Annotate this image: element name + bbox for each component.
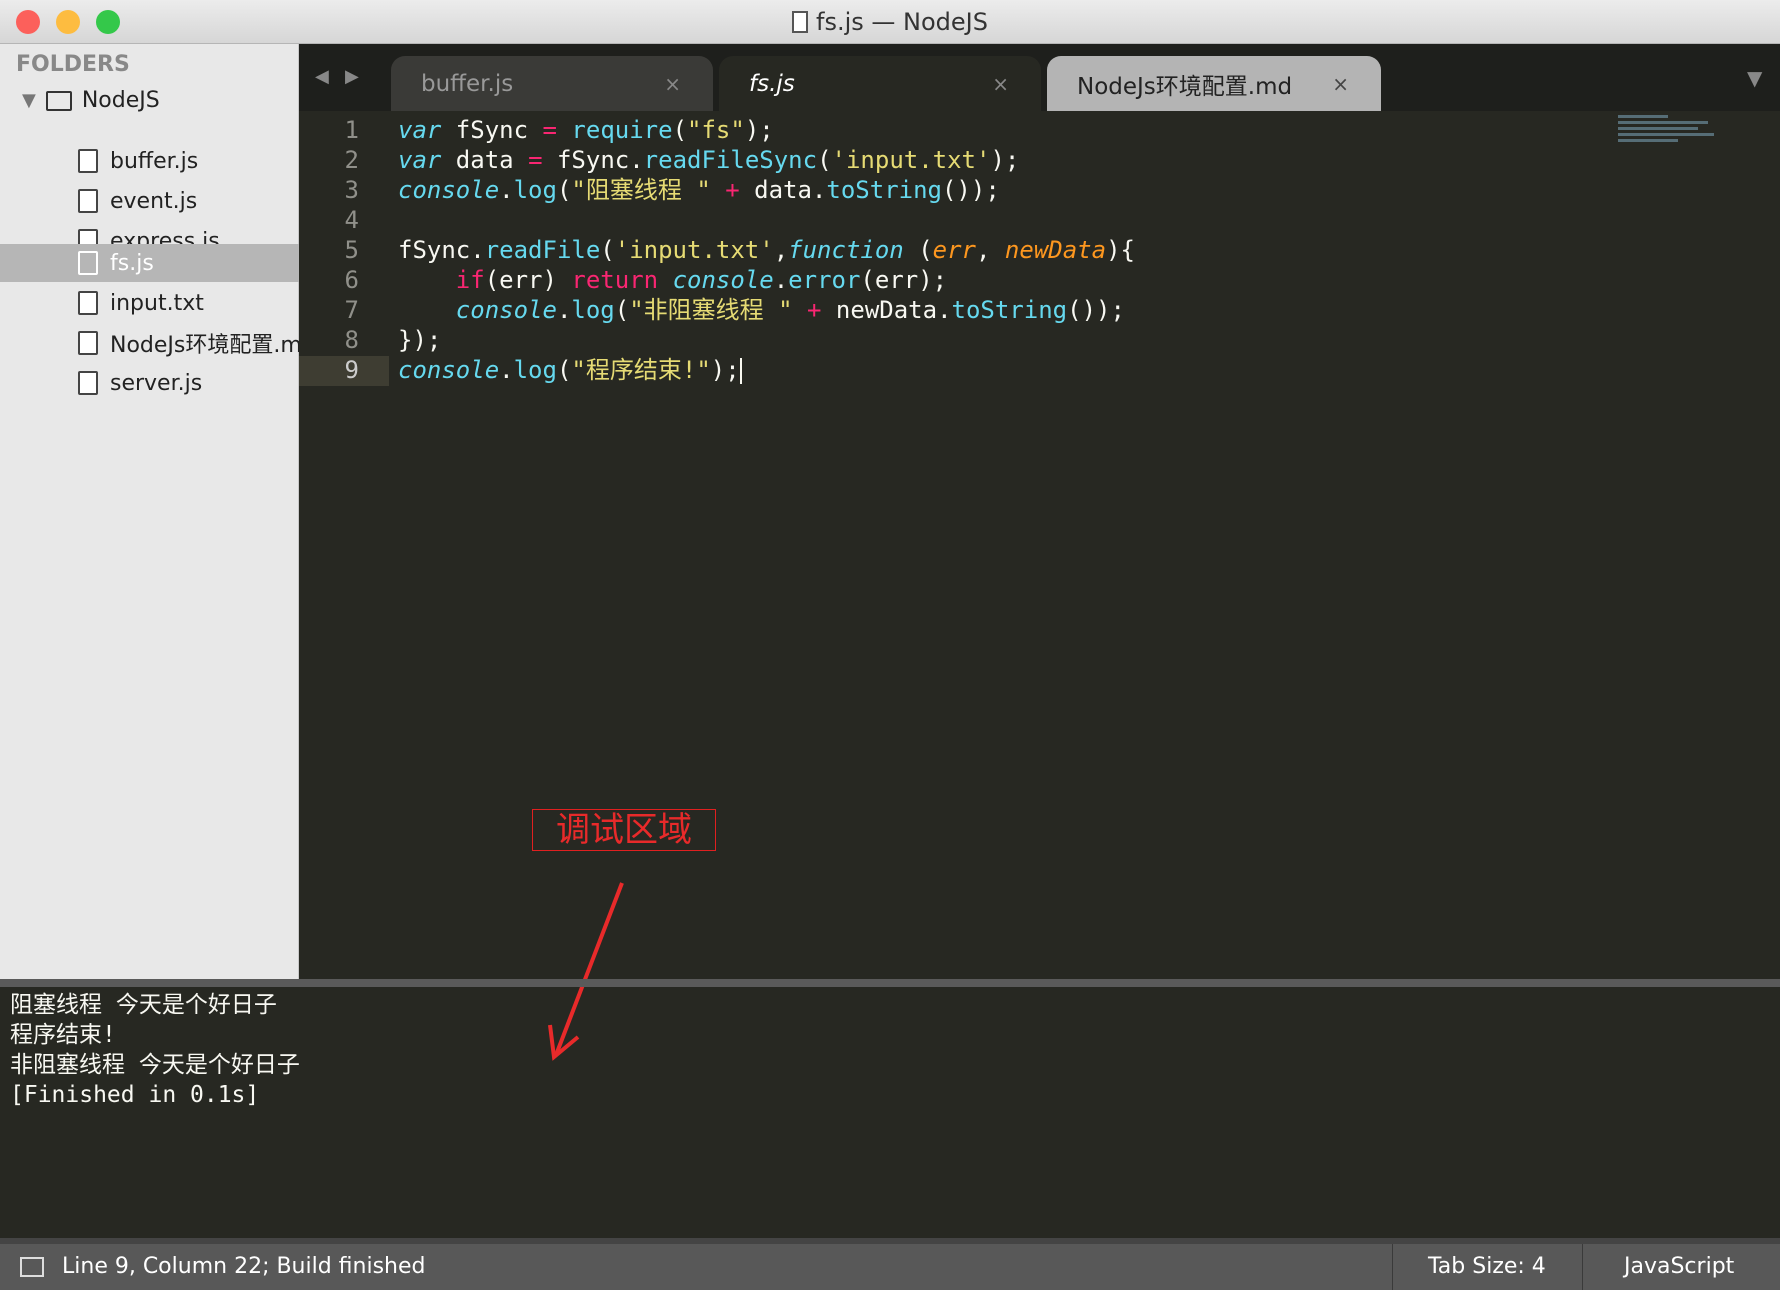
- file-icon: [78, 371, 98, 395]
- minimap[interactable]: [1618, 115, 1714, 153]
- syntax-selector[interactable]: JavaScript: [1624, 1244, 1734, 1290]
- line-number: 1: [344, 116, 359, 144]
- code-line: 3 console.log("阻塞线程 " + data.toString());: [299, 175, 1135, 205]
- output-panel-divider[interactable]: [0, 979, 1780, 987]
- line-number: 8: [344, 326, 359, 354]
- line-number: 4: [344, 206, 359, 234]
- document-icon: [792, 11, 809, 33]
- file-icon: [78, 189, 98, 213]
- file-icon: [78, 291, 98, 315]
- tab-dropdown-icon[interactable]: ▼: [1747, 66, 1762, 90]
- file-item[interactable]: event.js: [0, 182, 299, 220]
- file-icon: [78, 251, 98, 275]
- title-bar: fs.js — NodeJS: [0, 0, 1780, 44]
- code-line: 1 var fSync = require("fs");: [299, 115, 1135, 145]
- code-line: 7 console.log("非阻塞线程 " + newData.toStrin…: [299, 295, 1135, 325]
- text-cursor: [739, 358, 742, 384]
- line-number: 7: [344, 296, 359, 324]
- line-number: 3: [344, 176, 359, 204]
- output-line: 非阻塞线程 今天是个好日子: [10, 1052, 300, 1078]
- tab-buffer-js[interactable]: buffer.js ×: [391, 56, 713, 111]
- tab-nodejs-md[interactable]: NodeJs环境配置.md ×: [1047, 56, 1381, 111]
- window-title: fs.js — NodeJS: [0, 8, 1780, 36]
- build-output-panel: 阻塞线程 今天是个好日子 程序结束! 非阻塞线程 今天是个好日子 [Finish…: [10, 990, 300, 1110]
- file-label: NodeJs环境配置.md: [110, 333, 299, 358]
- file-label: input.txt: [110, 290, 204, 316]
- code-editor[interactable]: 1 var fSync = require("fs"); 2 var data = …: [299, 115, 1135, 385]
- line-number: 9: [344, 356, 359, 384]
- panel-toggle-icon[interactable]: [20, 1244, 44, 1290]
- tab-back-icon[interactable]: ◀: [315, 66, 329, 87]
- file-item[interactable]: server.js: [0, 364, 299, 402]
- tab-label: fs.js: [749, 70, 795, 97]
- file-item-selected[interactable]: fs.js: [0, 244, 299, 282]
- disclosure-triangle-icon[interactable]: ▼: [22, 90, 36, 111]
- code-line: 6 if(err) return console.error(err);: [299, 265, 1135, 295]
- file-label: event.js: [110, 188, 198, 214]
- status-bar: Line 9, Column 22; Build finished Tab Si…: [0, 1238, 1780, 1290]
- tab-size-selector[interactable]: Tab Size: 4: [1428, 1244, 1546, 1290]
- tab-close-icon[interactable]: ×: [664, 72, 681, 96]
- file-label: buffer.js: [110, 148, 199, 174]
- tab-forward-icon[interactable]: ▶: [345, 66, 359, 87]
- tab-fs-js[interactable]: fs.js ×: [719, 56, 1041, 111]
- output-line: 程序结束!: [10, 1022, 116, 1048]
- line-number: 6: [344, 266, 359, 294]
- code-line: 2 var data = fSync.readFileSync('input.tx…: [299, 145, 1135, 175]
- tab-close-icon[interactable]: ×: [992, 72, 1009, 96]
- output-line: 阻塞线程 今天是个好日子: [10, 992, 277, 1018]
- file-label: fs.js: [110, 250, 154, 276]
- code-line: 4: [299, 205, 1135, 235]
- folders-header: FOLDERS: [16, 52, 130, 77]
- tab-close-icon[interactable]: ×: [1332, 72, 1349, 96]
- tab-label: buffer.js: [421, 70, 514, 97]
- file-icon: [78, 149, 98, 173]
- code-line: 8});: [299, 325, 1135, 355]
- debug-area-annotation: 调试区域: [532, 809, 716, 851]
- file-label: server.js: [110, 370, 203, 396]
- code-line: 9 console.log("程序结束!");: [299, 355, 1135, 385]
- code-line: 5 fSync.readFile('input.txt',function (er…: [299, 235, 1135, 265]
- folder-icon: [45, 90, 72, 111]
- file-item[interactable]: buffer.js: [0, 142, 299, 180]
- file-item[interactable]: input.txt: [0, 284, 299, 322]
- output-line: [Finished in 0.1s]: [10, 1082, 260, 1108]
- sidebar: FOLDERS ▼ NodeJS buffer.js event.js expr…: [0, 44, 299, 979]
- line-number: 2: [344, 146, 359, 174]
- file-item[interactable]: NodeJs环境配置.md: [0, 324, 299, 362]
- tab-bar: ◀ ▶ buffer.js × fs.js × NodeJs环境配置.md × ▼: [299, 44, 1780, 111]
- tab-label: NodeJs环境配置.md: [1077, 73, 1293, 100]
- file-icon: [78, 331, 98, 355]
- window-title-text: fs.js — NodeJS: [816, 8, 988, 36]
- annotation-arrow-icon: [548, 882, 624, 1061]
- line-number: 5: [344, 236, 359, 264]
- folder-nodejs[interactable]: ▼ NodeJS: [22, 88, 160, 113]
- folder-label: NodeJS: [81, 88, 160, 113]
- cursor-position-status: Line 9, Column 22; Build finished: [62, 1254, 426, 1279]
